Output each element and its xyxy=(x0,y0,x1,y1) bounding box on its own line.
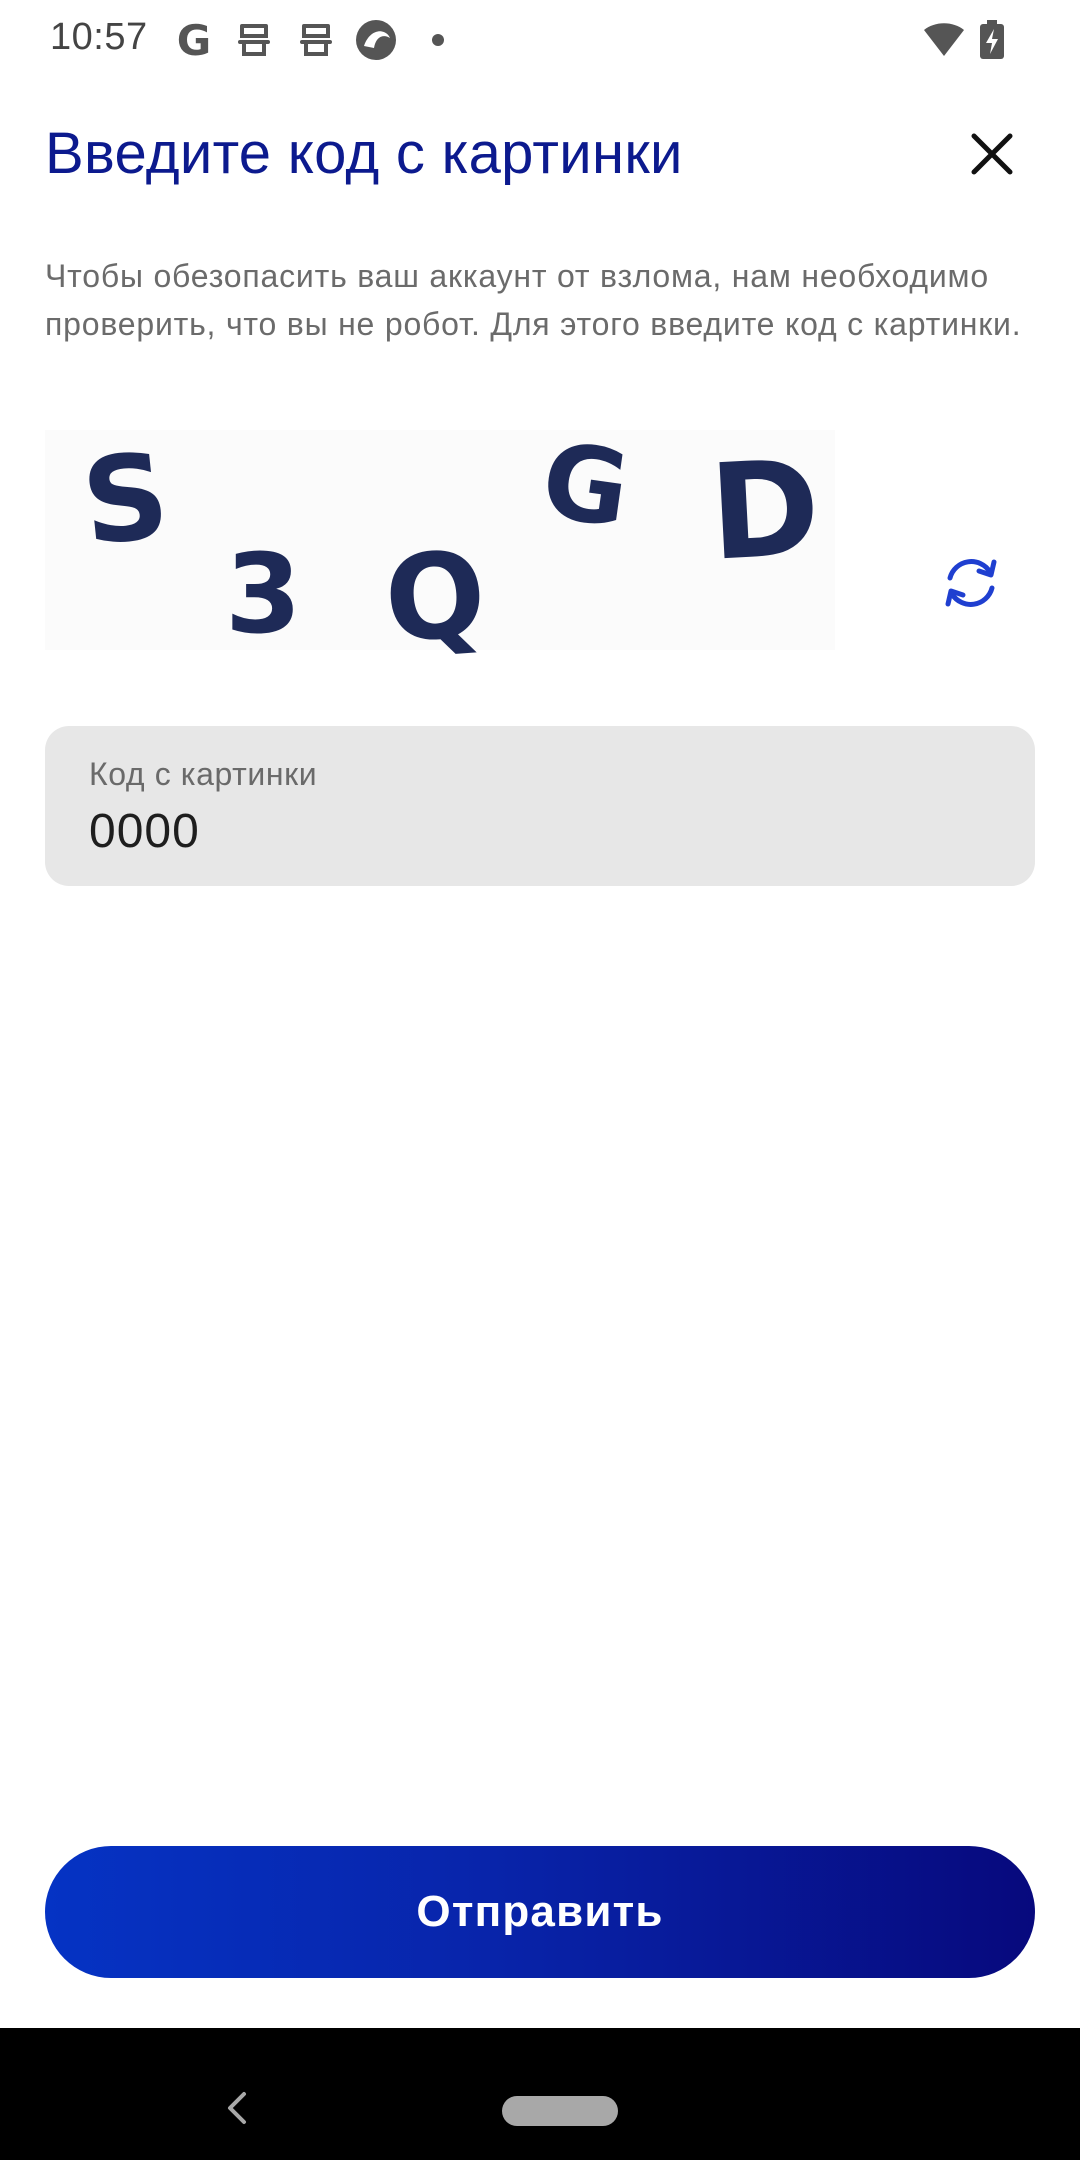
notification-robot-icon xyxy=(232,18,276,62)
refresh-icon xyxy=(945,559,997,607)
description-text: Чтобы обезопасить ваш аккаунт от взлома,… xyxy=(45,258,1022,342)
submit-button[interactable]: Отправить xyxy=(45,1846,1035,1978)
captcha-char: G xyxy=(534,418,637,552)
notification-robot-icon xyxy=(294,18,338,62)
captcha-char: Q xyxy=(380,524,491,670)
wifi-icon xyxy=(922,18,966,62)
back-button[interactable] xyxy=(222,2088,252,2128)
captcha-code-input[interactable]: 0000 xyxy=(89,804,200,859)
back-icon xyxy=(228,2092,246,2124)
home-pill-icon[interactable] xyxy=(502,2096,618,2126)
google-g-icon: G xyxy=(176,15,212,65)
close-button[interactable] xyxy=(966,128,1018,180)
refresh-captcha-button[interactable] xyxy=(940,552,1002,614)
close-icon xyxy=(971,133,1013,175)
captcha-image: S 3 Q G D xyxy=(45,419,835,669)
battery-charging-icon xyxy=(970,18,1014,62)
status-time: 10:57 xyxy=(50,16,148,58)
dot-icon xyxy=(432,34,444,46)
captcha-char: 3 xyxy=(225,530,302,658)
status-bar: 10:57 G xyxy=(0,0,1080,80)
captcha-char: D xyxy=(706,431,824,591)
page-title: Введите код с картинки xyxy=(45,121,683,186)
system-nav-bar xyxy=(0,2028,1080,2160)
submit-button-label: Отправить xyxy=(416,1887,664,1936)
browser-icon xyxy=(354,18,398,62)
captcha-char: S xyxy=(76,425,175,573)
captcha-code-label: Код с картинки xyxy=(89,756,318,792)
captcha-code-field[interactable]: Код с картинки 0000 xyxy=(45,726,1035,886)
